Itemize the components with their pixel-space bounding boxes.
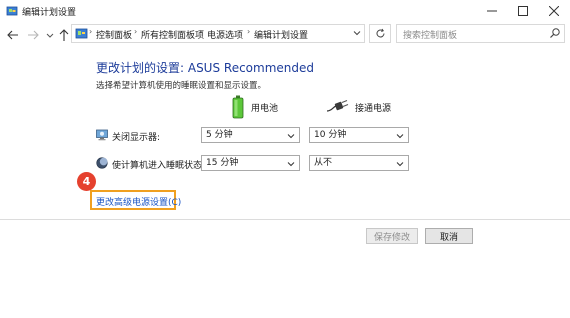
minimize-button[interactable] bbox=[477, 0, 507, 22]
plugged-in-column-label: 接通电源 bbox=[355, 104, 392, 114]
arrow-up-icon bbox=[59, 29, 69, 41]
control-panel-icon bbox=[6, 5, 18, 17]
turn-off-display-label: 关闭显示器: bbox=[112, 133, 161, 143]
up-button[interactable] bbox=[58, 28, 70, 42]
close-button[interactable] bbox=[539, 0, 569, 22]
chevron-down-icon bbox=[287, 162, 295, 167]
forward-button[interactable] bbox=[26, 28, 40, 42]
on-battery-column-label: 用电池 bbox=[251, 104, 279, 114]
minimize-icon bbox=[487, 10, 497, 12]
step-number-badge: 4 bbox=[77, 172, 96, 191]
arrow-left-icon bbox=[7, 30, 18, 40]
select-value: 15 分钟 bbox=[206, 158, 239, 168]
breadcrumb-separator-icon: › bbox=[200, 27, 204, 36]
control-panel-icon bbox=[75, 27, 88, 40]
chevron-down-icon bbox=[46, 33, 54, 38]
page-description: 选择希望计算机使用的睡眠设置和显示设置。 bbox=[96, 81, 267, 91]
address-dropdown-button[interactable] bbox=[352, 28, 362, 38]
breadcrumb-all-items[interactable]: 所有控制面板项 bbox=[141, 28, 204, 41]
chevron-down-icon bbox=[396, 162, 404, 167]
recent-locations-button[interactable] bbox=[45, 29, 55, 41]
monitor-icon bbox=[96, 129, 108, 141]
refresh-button[interactable] bbox=[369, 24, 391, 43]
sleep-plugged-select[interactable]: 从不 bbox=[309, 155, 409, 171]
plug-icon bbox=[326, 99, 349, 113]
select-value: 从不 bbox=[314, 158, 333, 168]
sleep-label: 使计算机进入睡眠状态: bbox=[112, 161, 206, 171]
breadcrumb-separator-icon: › bbox=[89, 27, 93, 36]
maximize-icon bbox=[518, 6, 528, 16]
cancel-button[interactable]: 取消 bbox=[425, 228, 473, 244]
chevron-down-icon bbox=[396, 134, 404, 139]
arrow-right-icon bbox=[28, 30, 39, 40]
advanced-power-settings-link[interactable]: 更改高级电源设置(C) bbox=[96, 195, 181, 208]
chevron-down-icon bbox=[287, 134, 295, 139]
footer-divider bbox=[0, 219, 570, 220]
select-value: 10 分钟 bbox=[314, 130, 347, 140]
sleep-battery-select[interactable]: 15 分钟 bbox=[201, 155, 300, 171]
chevron-down-icon bbox=[353, 31, 361, 36]
moon-icon bbox=[96, 157, 108, 169]
search-icon[interactable] bbox=[549, 27, 561, 39]
page-title: 更改计划的设置: ASUS Recommended bbox=[96, 61, 315, 75]
battery-icon bbox=[232, 95, 244, 119]
display-off-plugged-select[interactable]: 10 分钟 bbox=[309, 127, 409, 143]
breadcrumb-separator-icon: › bbox=[247, 27, 251, 36]
breadcrumb-separator-icon: › bbox=[134, 27, 138, 36]
breadcrumb-control-panel[interactable]: 控制面板 bbox=[96, 28, 132, 41]
save-changes-button[interactable]: 保存修改 bbox=[366, 228, 418, 244]
display-off-battery-select[interactable]: 5 分钟 bbox=[201, 127, 300, 143]
breadcrumb-edit-plan[interactable]: 编辑计划设置 bbox=[254, 28, 308, 41]
window-title: 编辑计划设置 bbox=[22, 8, 77, 18]
maximize-button[interactable] bbox=[508, 0, 538, 22]
search-placeholder: 搜索控制面板 bbox=[403, 31, 458, 41]
refresh-icon bbox=[376, 28, 384, 38]
back-button[interactable] bbox=[6, 28, 20, 42]
select-value: 5 分钟 bbox=[206, 130, 233, 140]
close-icon bbox=[549, 6, 559, 16]
breadcrumb-power-options[interactable]: 电源选项 bbox=[207, 28, 243, 41]
